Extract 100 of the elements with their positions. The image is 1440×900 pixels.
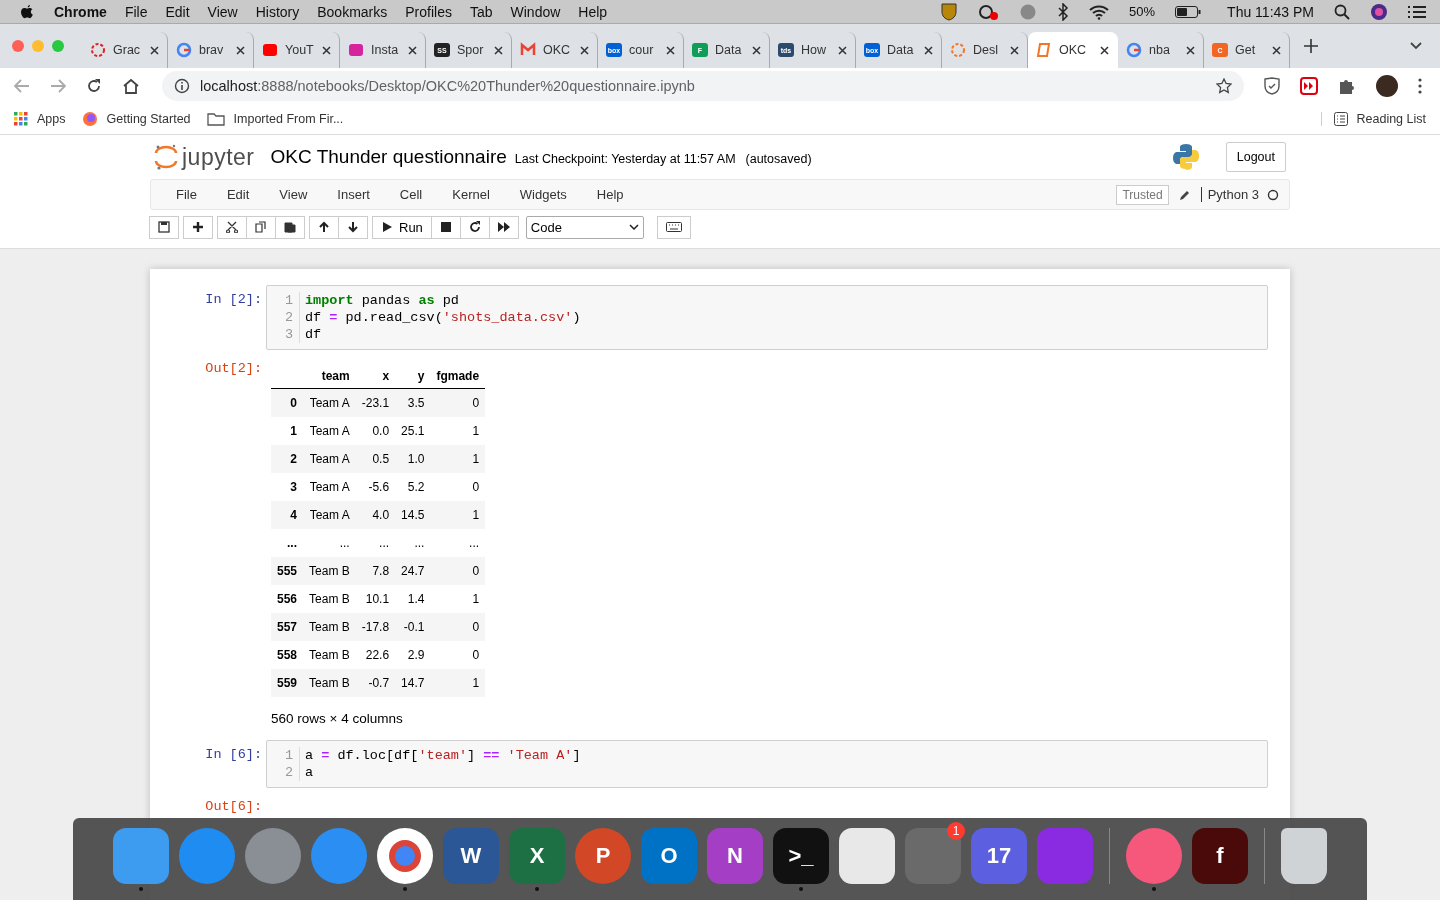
address-bar[interactable]: localhost:8888/notebooks/Desktop/OKC%20Thunder%20questionnaire.ipynb bbox=[162, 71, 1244, 101]
play-icon bbox=[381, 221, 393, 233]
app-icon[interactable]: X bbox=[509, 827, 565, 884]
close-tab-icon[interactable] bbox=[666, 45, 675, 55]
fast-forward-extension-icon[interactable] bbox=[1300, 77, 1318, 95]
close-tab-icon[interactable] bbox=[1186, 45, 1195, 55]
new-tab-icon[interactable] bbox=[1304, 39, 1318, 53]
plus-icon bbox=[192, 221, 204, 233]
bookmark[interactable]: Apps bbox=[14, 112, 66, 126]
notebook-menu-item[interactable]: Widgets bbox=[504, 187, 582, 202]
menu-item[interactable]: Profiles bbox=[405, 3, 452, 20]
more-menu-icon[interactable] bbox=[1418, 78, 1422, 94]
bookmark[interactable]: Imported From Fir... bbox=[206, 112, 344, 126]
menu-item[interactable]: Window bbox=[510, 3, 561, 20]
bookmark[interactable]: Getting Started bbox=[81, 111, 191, 127]
toolbar-button[interactable] bbox=[488, 215, 519, 239]
app-icon[interactable]: 17 bbox=[971, 827, 1027, 884]
close-tab-icon[interactable] bbox=[1010, 45, 1019, 55]
notebook-menu-item[interactable]: Help bbox=[581, 187, 639, 202]
trusted-indicator[interactable]: Trusted bbox=[1116, 184, 1169, 205]
toolbar-button[interactable] bbox=[149, 215, 179, 239]
reading-list-button[interactable]: Reading List bbox=[1320, 112, 1426, 126]
close-tab-icon[interactable] bbox=[322, 45, 331, 55]
shield-check-icon[interactable] bbox=[1264, 77, 1280, 95]
close-tab-icon[interactable] bbox=[1272, 45, 1281, 55]
notebook-menu-item[interactable]: Edit bbox=[211, 187, 265, 202]
cell-type-dropdown[interactable]: Code bbox=[525, 215, 644, 239]
row-index: 557 bbox=[271, 613, 304, 641]
close-tab-icon[interactable] bbox=[236, 45, 245, 55]
list-icon[interactable] bbox=[1408, 4, 1426, 19]
code-cell-input[interactable]: 1 2 a = df.loc[df['team'] == 'Team A'] a bbox=[266, 740, 1268, 788]
toolbar-button[interactable] bbox=[183, 215, 213, 239]
browser-tab[interactable]: OKC bbox=[1028, 32, 1118, 68]
close-tab-icon[interactable] bbox=[752, 45, 761, 55]
close-tab-icon[interactable] bbox=[838, 45, 847, 55]
kernel-name[interactable]: Python 3 bbox=[1200, 187, 1259, 202]
menu-item[interactable]: View bbox=[207, 3, 238, 20]
app-icon[interactable] bbox=[1281, 827, 1327, 884]
app-icon[interactable]: f bbox=[1192, 827, 1248, 884]
table-cell: 1 bbox=[430, 669, 486, 697]
clock[interactable]: Thu 11:43 PM bbox=[1227, 3, 1314, 20]
app-icon[interactable]: P bbox=[575, 827, 631, 884]
output-prompt: Out[2]: bbox=[204, 360, 263, 376]
shield-icon[interactable] bbox=[941, 2, 958, 21]
run-button[interactable]: Run bbox=[372, 215, 432, 239]
app-icon[interactable]: N bbox=[707, 827, 763, 884]
app-name-menu[interactable]: Chrome bbox=[54, 3, 107, 20]
puzzle-icon[interactable] bbox=[1338, 77, 1356, 95]
apple-logo-icon[interactable] bbox=[20, 3, 34, 20]
menu-item[interactable]: Bookmarks bbox=[317, 3, 388, 20]
pencil-icon[interactable] bbox=[1178, 188, 1191, 201]
bluetooth-icon[interactable] bbox=[1057, 2, 1070, 21]
table-cell: Team B bbox=[303, 613, 356, 641]
menu-item[interactable]: File bbox=[124, 3, 148, 20]
menu-item[interactable]: History bbox=[255, 3, 300, 20]
toolbar-button[interactable] bbox=[459, 215, 490, 239]
app-icon[interactable]: O bbox=[641, 827, 697, 884]
tab-title: Desl bbox=[973, 43, 999, 57]
code-cell-input[interactable]: 1 2 3 import pandas as pd df = pd.read_csv('shots_data.csv') df bbox=[266, 285, 1268, 350]
notebook-menu-item[interactable]: Cell bbox=[384, 187, 438, 202]
info-icon[interactable] bbox=[174, 78, 190, 94]
toolbar-button[interactable] bbox=[309, 215, 339, 239]
notebook-menu-item[interactable]: Kernel bbox=[437, 187, 505, 202]
app-icon[interactable]: >_ bbox=[773, 827, 829, 884]
copy-icon bbox=[255, 221, 267, 233]
menu-item[interactable]: Edit bbox=[165, 3, 190, 20]
search-icon[interactable] bbox=[1334, 3, 1350, 20]
battery-icon[interactable] bbox=[1175, 5, 1202, 18]
chevron-down-icon[interactable] bbox=[1410, 42, 1422, 50]
close-tab-icon[interactable] bbox=[1100, 45, 1109, 55]
close-tab-icon[interactable] bbox=[150, 45, 159, 55]
notebook-menu-item[interactable]: File bbox=[161, 187, 212, 202]
siri-icon[interactable] bbox=[1370, 2, 1388, 21]
close-tab-icon[interactable] bbox=[580, 45, 589, 55]
reload-icon[interactable] bbox=[86, 78, 102, 94]
keyboard-shortcuts-button[interactable] bbox=[656, 215, 691, 239]
toolbar-button[interactable] bbox=[430, 215, 461, 239]
jupyter-logo[interactable]: jupyter bbox=[154, 143, 255, 171]
notebook-title[interactable]: OKC Thunder questionnaire bbox=[270, 146, 507, 168]
menu-item[interactable]: Help bbox=[578, 3, 608, 20]
battery-percent: 50% bbox=[1129, 4, 1156, 19]
toolbar-button[interactable] bbox=[275, 215, 305, 239]
notebook-menu-item[interactable]: Insert bbox=[322, 187, 385, 202]
row-index: 3 bbox=[271, 473, 304, 501]
app-icon[interactable]: W bbox=[443, 827, 499, 884]
home-icon[interactable] bbox=[122, 78, 140, 94]
arrow-down-icon bbox=[347, 221, 359, 233]
menu-item[interactable]: Tab bbox=[469, 3, 493, 20]
close-tab-icon[interactable] bbox=[408, 45, 417, 55]
wifi-icon[interactable] bbox=[1089, 3, 1110, 20]
close-tab-icon[interactable] bbox=[924, 45, 933, 55]
toolbar-button[interactable] bbox=[338, 215, 368, 239]
close-tab-icon[interactable] bbox=[494, 45, 503, 55]
notebook-menu-item[interactable]: View bbox=[264, 187, 323, 202]
table-cell: 1 bbox=[430, 585, 486, 613]
logout-button[interactable]: Logout bbox=[1225, 142, 1286, 172]
star-icon[interactable] bbox=[1216, 78, 1232, 94]
toolbar-button[interactable] bbox=[217, 215, 247, 239]
app-icon[interactable] bbox=[839, 827, 895, 884]
profile-avatar[interactable] bbox=[1376, 75, 1398, 97]
